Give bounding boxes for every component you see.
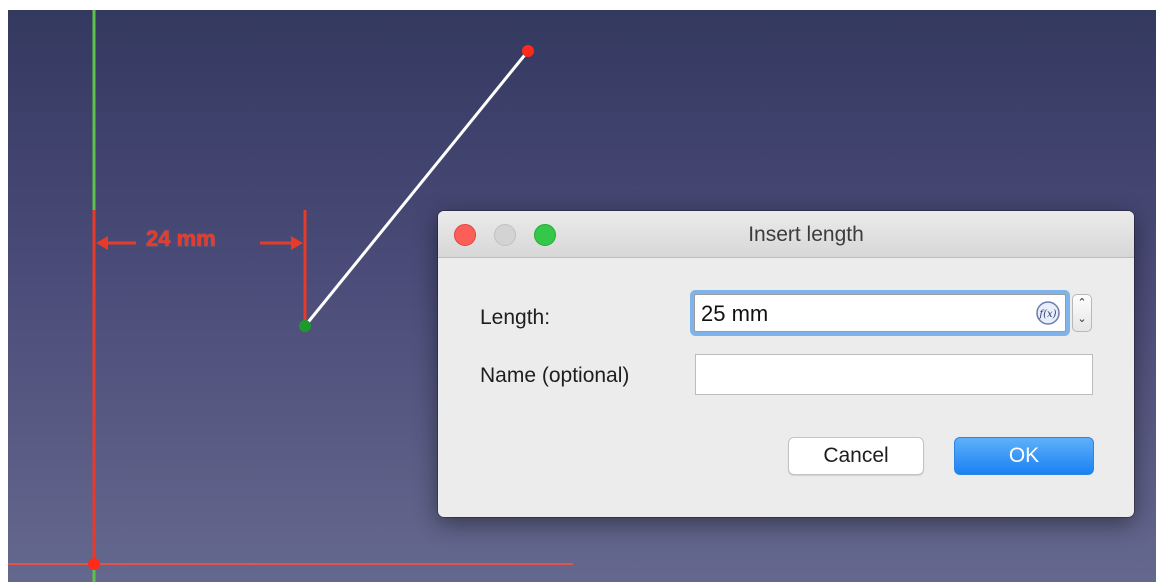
insert-length-dialog: Insert length Length: 25 mm f(x) ⌃ ⌄ Nam… xyxy=(438,211,1134,517)
cancel-button[interactable]: Cancel xyxy=(788,437,924,475)
ok-button[interactable]: OK xyxy=(954,437,1094,475)
dialog-titlebar[interactable]: Insert length xyxy=(438,211,1134,258)
svg-text:f(x): f(x) xyxy=(1038,309,1056,320)
dimension-label[interactable]: 24 mm xyxy=(146,226,216,252)
line-start-point[interactable] xyxy=(299,320,311,332)
name-input[interactable] xyxy=(695,354,1093,395)
dimension-arrow-right xyxy=(291,236,303,250)
chevron-up-icon[interactable]: ⌃ xyxy=(1073,295,1091,311)
name-label: Name (optional) xyxy=(480,364,630,387)
origin-point[interactable] xyxy=(88,558,100,570)
line-end-point[interactable] xyxy=(522,45,534,57)
length-stepper[interactable]: ⌃ ⌄ xyxy=(1072,294,1092,332)
dialog-title: Insert length xyxy=(748,223,864,246)
expression-icon[interactable]: f(x) xyxy=(1035,300,1061,326)
length-input[interactable]: 25 mm f(x) xyxy=(694,294,1066,332)
chevron-down-icon[interactable]: ⌄ xyxy=(1073,311,1091,327)
length-label: Length: xyxy=(480,306,551,329)
length-input-value: 25 mm xyxy=(701,301,769,326)
dimension-arrow-left xyxy=(96,236,108,250)
